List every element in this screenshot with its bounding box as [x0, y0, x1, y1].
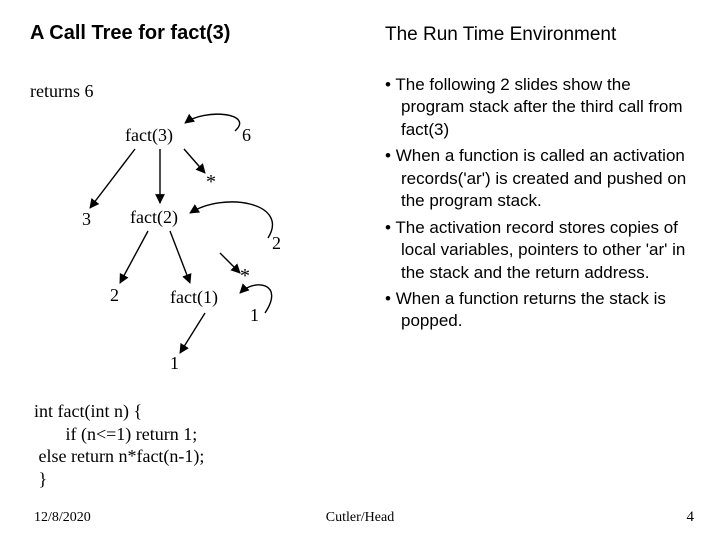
node-fact1: fact(1) — [170, 287, 218, 308]
slide: A Call Tree for fact(3) — [0, 0, 720, 540]
node-val3: 3 — [82, 209, 91, 230]
bullet-item: The following 2 slides show the program … — [385, 74, 695, 141]
returns-label: returns 6 — [30, 81, 93, 102]
node-val2l: 2 — [110, 285, 119, 306]
footer-center: Cutler/Head — [0, 510, 720, 526]
left-column: A Call Tree for fact(3) — [30, 22, 370, 403]
node-fact2: fact(2) — [130, 207, 178, 228]
bullet-item: When a function returns the stack is pop… — [385, 288, 695, 333]
right-column: The Run Time Environment The following 2… — [385, 22, 695, 337]
node-val1b: 1 — [170, 353, 179, 374]
footer-page-number: 4 — [687, 509, 695, 526]
node-fact3: fact(3) — [125, 125, 173, 146]
left-title: A Call Tree for fact(3) — [30, 22, 370, 45]
node-val2r: 2 — [272, 233, 281, 254]
bullet-item: The activation record stores copies of l… — [385, 217, 695, 284]
node-op1: * — [206, 171, 216, 194]
code-snippet: int fact(int n) { if (n<=1) return 1; el… — [34, 400, 364, 490]
node-val1r: 1 — [250, 305, 259, 326]
bullet-item: When a function is called an activation … — [385, 145, 695, 212]
diagram-svg — [30, 73, 370, 403]
node-op2: * — [240, 265, 250, 288]
right-title: The Run Time Environment — [385, 24, 695, 46]
node-val6: 6 — [242, 125, 251, 146]
bullet-list: The following 2 slides show the program … — [385, 74, 695, 333]
call-tree-diagram: returns 6 fact(3) 6 * 3 fact(2) 2 * 2 fa… — [30, 73, 370, 403]
